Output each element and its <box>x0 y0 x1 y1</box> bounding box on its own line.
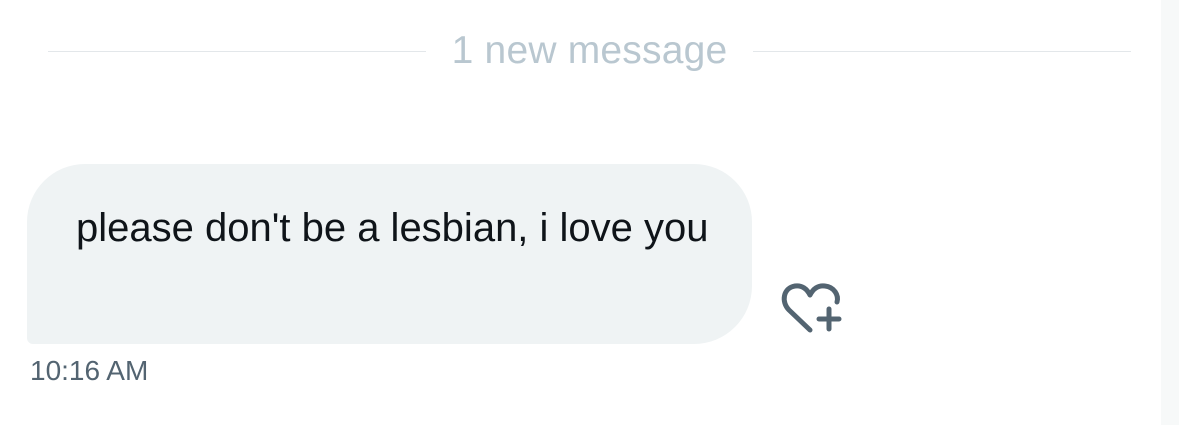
message-text: please don't be a lesbian, i love you <box>76 206 709 250</box>
scroll-edge <box>1161 0 1179 425</box>
message-timestamp: 10:16 AM <box>30 355 149 386</box>
add-reaction-button[interactable] <box>780 282 848 338</box>
message-bubble[interactable]: please don't be a lesbian, i love you <box>27 164 752 344</box>
heart-plus-icon <box>781 283 842 333</box>
divider-line-left <box>48 50 426 52</box>
new-message-label: 1 new message <box>451 29 728 72</box>
divider-line-right <box>753 50 1132 52</box>
new-message-divider: 1 new message <box>48 26 1132 76</box>
